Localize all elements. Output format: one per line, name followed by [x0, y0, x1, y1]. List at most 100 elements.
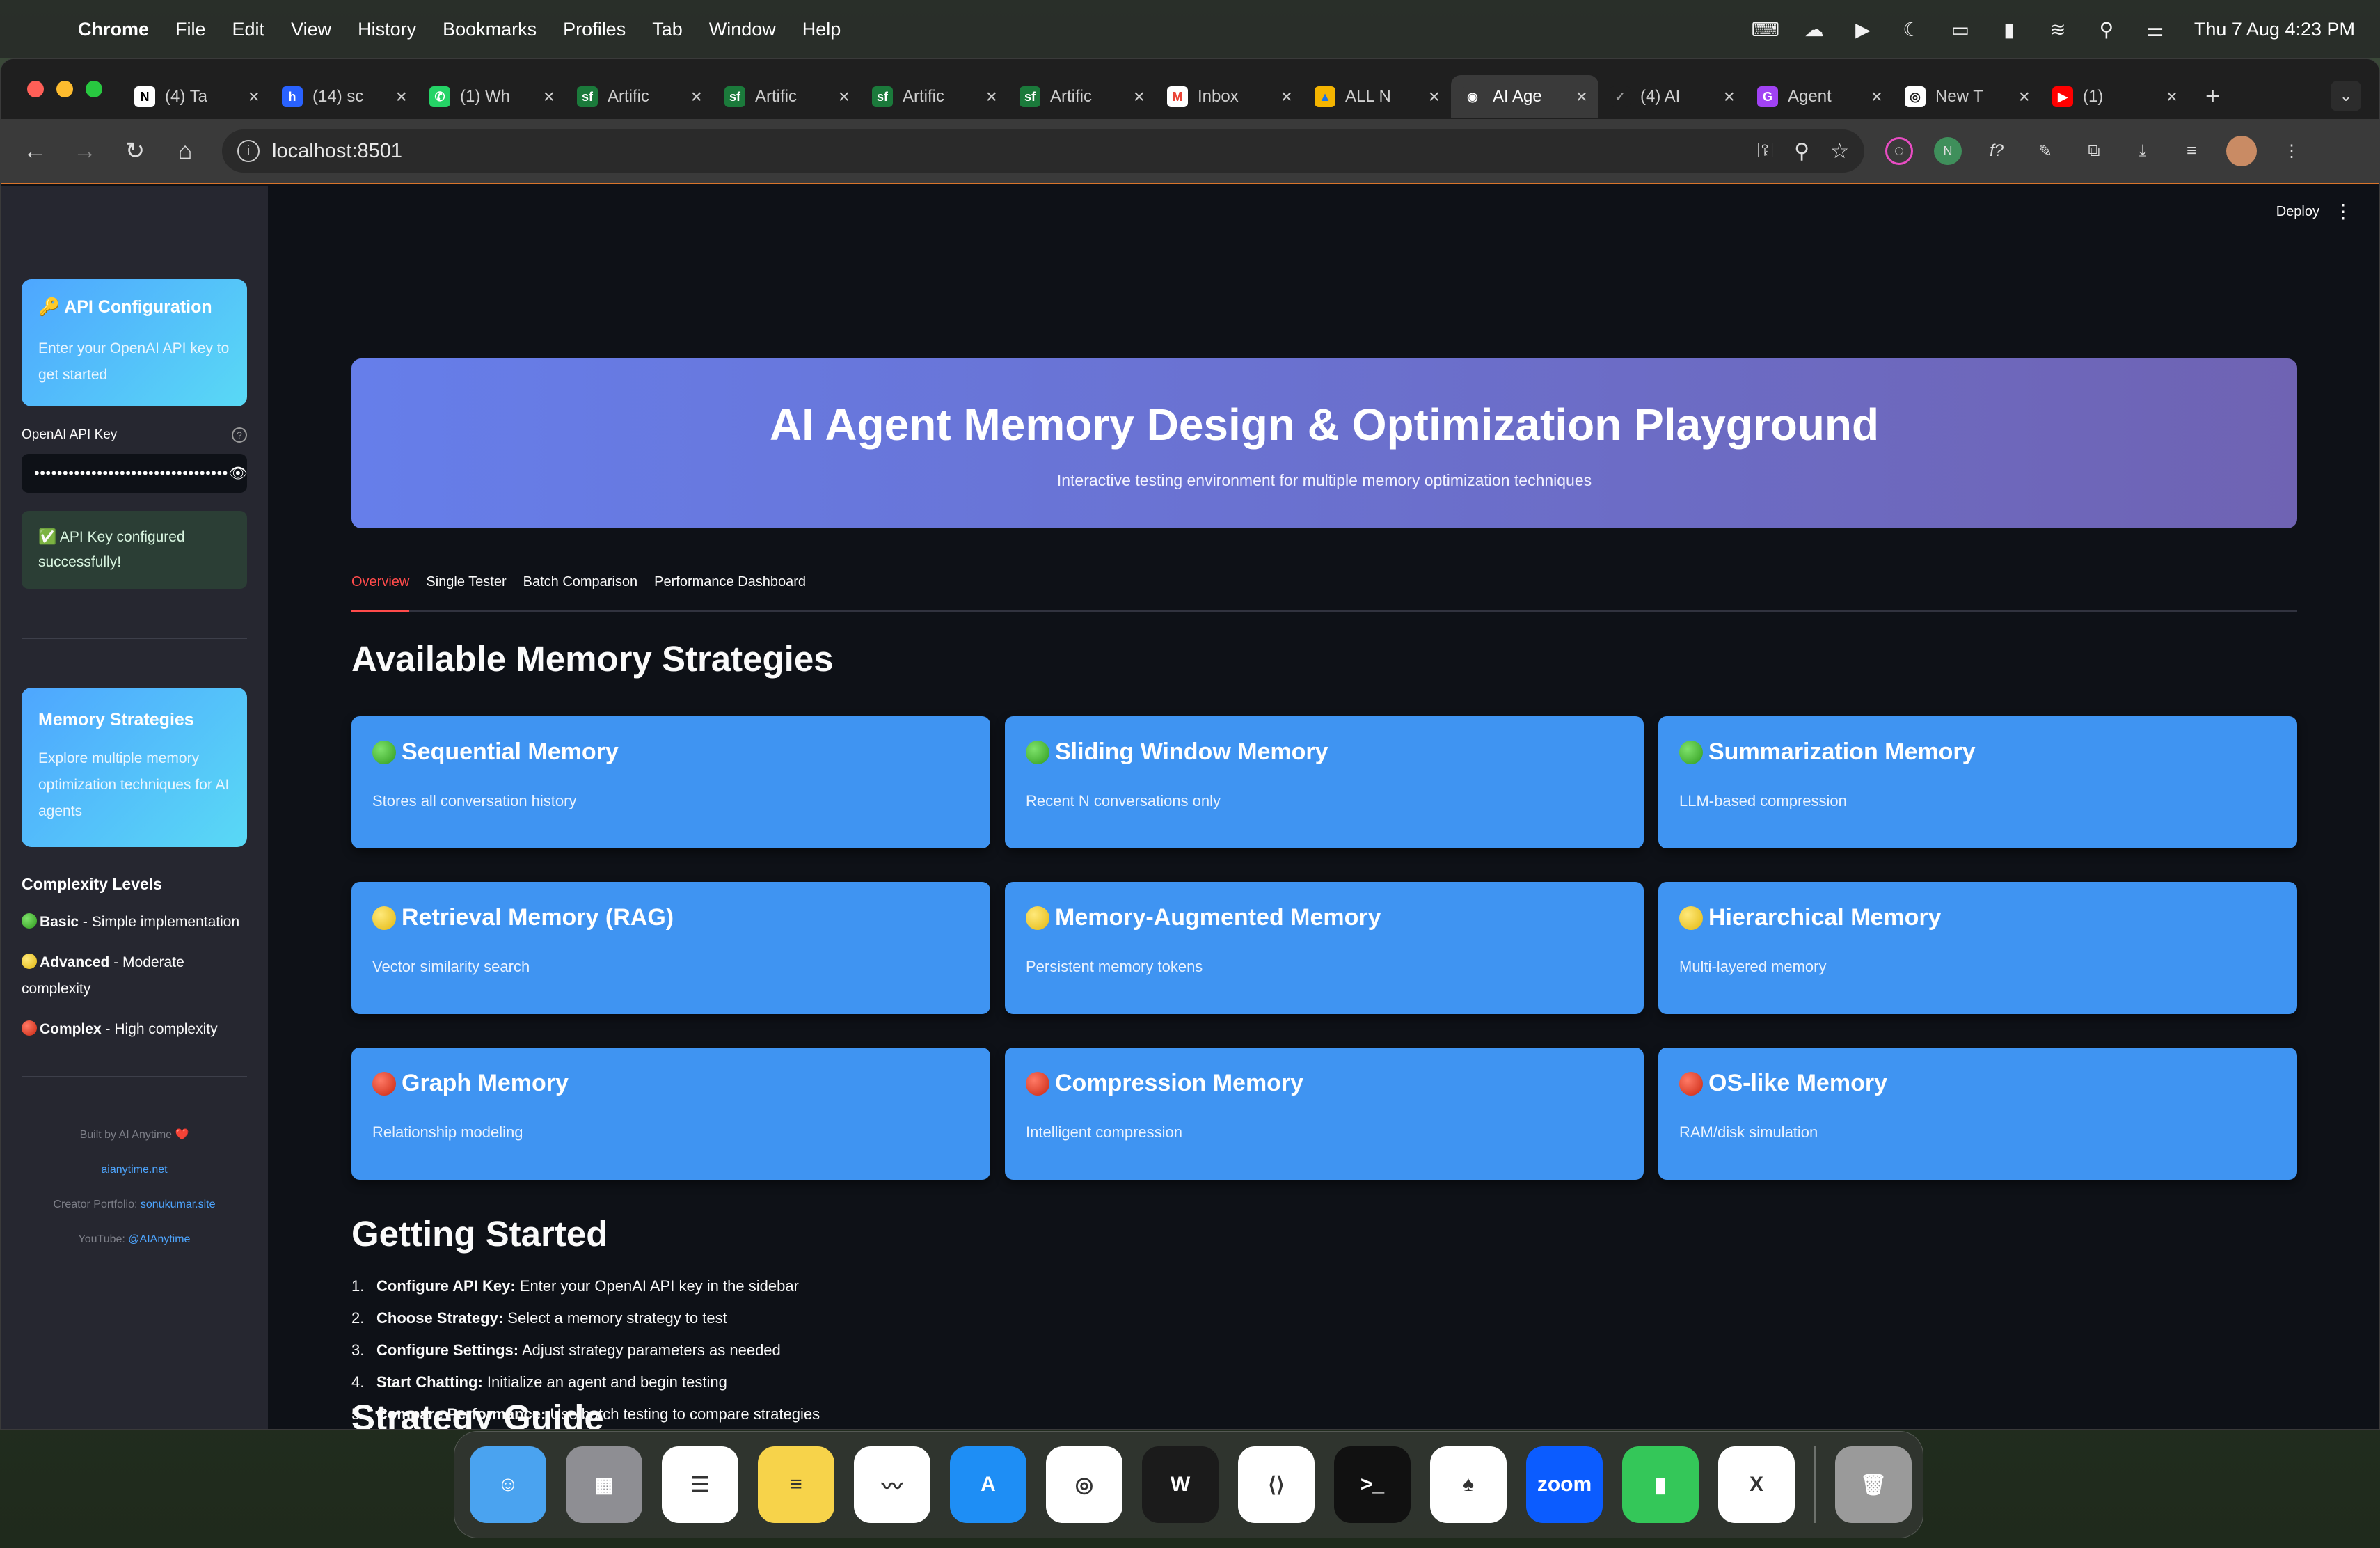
- numbers-icon[interactable]: ▮: [1622, 1446, 1699, 1523]
- finder-icon[interactable]: ☺: [470, 1446, 546, 1523]
- app-store-icon[interactable]: A: [950, 1446, 1026, 1523]
- tab-search-button[interactable]: ⌄: [2331, 81, 2361, 111]
- warp-icon[interactable]: W: [1142, 1446, 1219, 1523]
- minimize-window-button[interactable]: [56, 81, 73, 97]
- browser-tab[interactable]: sf Artific ×: [1008, 75, 1156, 118]
- api-key-value[interactable]: ••••••••••••••••••••••••••••••••••: [34, 464, 228, 482]
- browser-tab[interactable]: M Inbox ×: [1156, 75, 1303, 118]
- close-tab-icon[interactable]: ×: [986, 86, 997, 108]
- menu-app-name[interactable]: Chrome: [78, 19, 149, 40]
- api-key-input[interactable]: •••••••••••••••••••••••••••••••••• 👁: [22, 454, 248, 493]
- url-text[interactable]: localhost:8501: [272, 140, 402, 163]
- close-tab-icon[interactable]: ×: [839, 86, 850, 108]
- reminders-icon[interactable]: ☰: [662, 1446, 738, 1523]
- reload-button[interactable]: ↻: [118, 134, 152, 168]
- notes-icon[interactable]: ≡: [758, 1446, 834, 1523]
- close-window-button[interactable]: [27, 81, 44, 97]
- close-tab-icon[interactable]: ×: [396, 86, 407, 108]
- battery-icon[interactable]: ▮: [1995, 17, 2023, 41]
- back-button[interactable]: ←: [17, 134, 52, 168]
- play-icon[interactable]: ▶: [1849, 17, 1877, 41]
- site-info-icon[interactable]: i: [237, 140, 260, 162]
- menu-edit[interactable]: Edit: [232, 19, 265, 40]
- strategy-card[interactable]: Compression Memory Intelligent compressio…: [1005, 1048, 1644, 1180]
- extension-pen-icon[interactable]: ✎: [2031, 137, 2059, 165]
- menu-help[interactable]: Help: [802, 19, 841, 40]
- terminal-icon[interactable]: >_: [1334, 1446, 1411, 1523]
- browser-tab[interactable]: ✓ (4) AI ×: [1598, 75, 1746, 118]
- zoom-icon[interactable]: ⚲: [1794, 139, 1809, 164]
- browser-tab[interactable]: N (4) Ta ×: [123, 75, 271, 118]
- profile-avatar[interactable]: [2226, 136, 2257, 166]
- home-button[interactable]: ⌂: [168, 134, 203, 168]
- extensions-puzzle-icon[interactable]: ⧉: [2080, 137, 2108, 165]
- main-menu-icon[interactable]: ⋮: [2333, 200, 2353, 223]
- close-tab-icon[interactable]: ×: [1281, 86, 1292, 108]
- display-icon[interactable]: ▭: [1946, 17, 1974, 41]
- password-key-icon[interactable]: ⚿: [1757, 139, 1773, 164]
- menu-window[interactable]: Window: [709, 19, 776, 40]
- help-icon[interactable]: ?: [232, 427, 247, 443]
- browser-tab[interactable]: sf Artific ×: [713, 75, 861, 118]
- close-tab-icon[interactable]: ×: [2019, 86, 2030, 108]
- menu-file[interactable]: File: [175, 19, 206, 40]
- zoom-window-button[interactable]: [86, 81, 102, 97]
- browser-tab[interactable]: ◉ AI Age ×: [1451, 75, 1598, 118]
- strategy-card[interactable]: Graph Memory Relationship modeling: [351, 1048, 990, 1180]
- deploy-button[interactable]: Deploy: [2276, 204, 2319, 220]
- portfolio-link[interactable]: sonukumar.site: [141, 1199, 216, 1210]
- browser-tab[interactable]: sf Artific ×: [861, 75, 1008, 118]
- bookmark-star-icon[interactable]: ☆: [1830, 139, 1849, 164]
- keyboard-icon[interactable]: ⌨: [1752, 17, 1779, 41]
- close-tab-icon[interactable]: ×: [691, 86, 702, 108]
- menu-clock[interactable]: Thu 7 Aug 4:23 PM: [2194, 19, 2355, 40]
- close-tab-icon[interactable]: ×: [1871, 86, 1882, 108]
- close-tab-icon[interactable]: ×: [2166, 86, 2177, 108]
- close-tab-icon[interactable]: ×: [248, 86, 260, 108]
- address-bar[interactable]: i localhost:8501 ⚿ ⚲ ☆: [222, 129, 1864, 173]
- browser-tab[interactable]: G Agent ×: [1746, 75, 1894, 118]
- tab-performance-dashboard[interactable]: Performance Dashboard: [654, 574, 806, 612]
- vscode-icon[interactable]: ⟨⟩: [1238, 1446, 1315, 1523]
- freeform-icon[interactable]: 〰: [854, 1446, 930, 1523]
- tab-single-tester[interactable]: Single Tester: [426, 574, 506, 612]
- browser-tab[interactable]: ▲ ALL N ×: [1303, 75, 1451, 118]
- browser-tab[interactable]: ▶ (1) ×: [2041, 75, 2189, 118]
- menu-view[interactable]: View: [291, 19, 331, 40]
- strategy-card[interactable]: Summarization Memory LLM-based compressio…: [1658, 716, 2297, 848]
- extension-formula-icon[interactable]: f?: [1983, 137, 2010, 165]
- show-password-eye-icon[interactable]: 👁: [228, 464, 248, 482]
- browser-tab[interactable]: ◎ New T ×: [1894, 75, 2041, 118]
- strategy-card[interactable]: Memory-Augmented Memory Persistent memory…: [1005, 882, 1644, 1014]
- strategy-card[interactable]: Retrieval Memory (RAG) Vector similarity …: [351, 882, 990, 1014]
- strategy-card[interactable]: OS-like Memory RAM/disk simulation: [1658, 1048, 2297, 1180]
- forward-button[interactable]: →: [68, 134, 102, 168]
- chrome-icon[interactable]: ◎: [1046, 1446, 1122, 1523]
- wifi-icon[interactable]: ≋: [2044, 17, 2072, 41]
- close-tab-icon[interactable]: ×: [1429, 86, 1440, 108]
- chrome-menu-icon[interactable]: ⋮: [2278, 137, 2306, 165]
- menu-tab[interactable]: Tab: [652, 19, 683, 40]
- browser-tab[interactable]: sf Artific ×: [566, 75, 713, 118]
- control-center-icon[interactable]: ⚌: [2141, 17, 2169, 41]
- launchpad-icon[interactable]: ▦: [566, 1446, 642, 1523]
- downloads-icon[interactable]: ⤓: [2129, 137, 2157, 165]
- x-icon[interactable]: X: [1718, 1446, 1795, 1523]
- browser-tab[interactable]: ✆ (1) Wh ×: [418, 75, 566, 118]
- moon-icon[interactable]: ☾: [1898, 17, 1926, 41]
- mongodb-icon[interactable]: ♠: [1430, 1446, 1507, 1523]
- close-tab-icon[interactable]: ×: [1134, 86, 1145, 108]
- close-tab-icon[interactable]: ×: [544, 86, 555, 108]
- new-tab-button[interactable]: +: [2205, 81, 2220, 111]
- tab-overview[interactable]: Overview: [351, 574, 410, 612]
- extension-color-icon[interactable]: ◌: [1885, 137, 1913, 165]
- tab-batch-comparison[interactable]: Batch Comparison: [523, 574, 638, 612]
- extension-n-icon[interactable]: N: [1934, 137, 1962, 165]
- trash-icon[interactable]: 🗑: [1835, 1446, 1912, 1523]
- cloud-icon[interactable]: ☁: [1800, 17, 1828, 41]
- menu-history[interactable]: History: [358, 19, 416, 40]
- youtube-link[interactable]: @AIAnytime: [128, 1233, 190, 1245]
- strategy-card[interactable]: Sequential Memory Stores all conversation…: [351, 716, 990, 848]
- search-icon[interactable]: ⚲: [2093, 17, 2120, 41]
- strategy-card[interactable]: Sliding Window Memory Recent N conversati…: [1005, 716, 1644, 848]
